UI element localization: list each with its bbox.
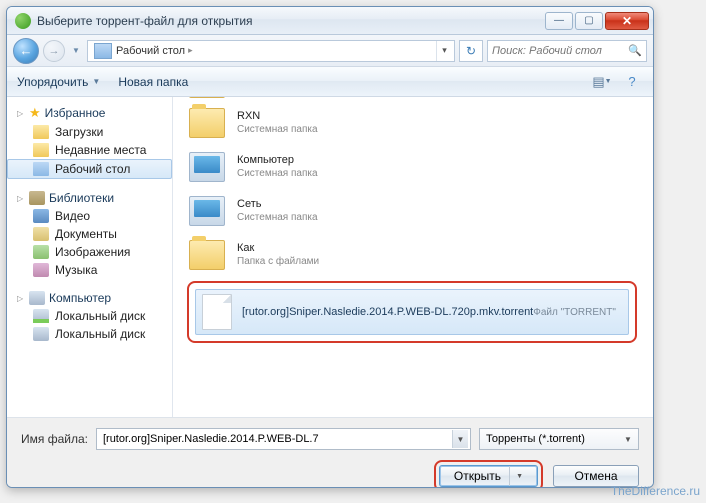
maximize-button[interactable]: ▢ (575, 12, 603, 30)
sidebar-item-desktop[interactable]: Рабочий стол (7, 159, 172, 179)
favorites-header[interactable]: ▷★Избранное (7, 103, 172, 123)
refresh-button[interactable]: ↻ (459, 40, 483, 62)
list-item[interactable]: КомпьютерСистемная папка (183, 145, 643, 189)
sidebar-item-localdisk2[interactable]: Локальный диск (7, 325, 172, 343)
back-button[interactable]: ← (13, 38, 39, 64)
sidebar-item-video[interactable]: Видео (7, 207, 172, 225)
view-icon[interactable]: ▤▼ (591, 73, 613, 91)
watermark: TheDifference.ru (611, 484, 700, 499)
sidebar-item-localdisk1[interactable]: Локальный диск (7, 307, 172, 325)
forward-button[interactable]: → (43, 40, 65, 62)
document-icon (33, 227, 49, 241)
file-icon (202, 294, 232, 330)
desktop-icon (33, 162, 49, 176)
folder-icon (33, 143, 49, 157)
chevron-down-icon[interactable]: ▼ (620, 430, 636, 448)
list-item[interactable]: КакПапка с файлами (183, 233, 643, 277)
chevron-down-icon[interactable]: ▼ (509, 466, 523, 486)
sidebar-item-downloads[interactable]: Загрузки (7, 123, 172, 141)
music-icon (33, 263, 49, 277)
sidebar-item-images[interactable]: Изображения (7, 243, 172, 261)
folder-icon (33, 125, 49, 139)
open-highlight: Открыть ▼ (434, 460, 543, 488)
computer-icon (29, 291, 45, 305)
titlebar: Выберите торрент-файл для открытия — ▢ ✕ (7, 7, 653, 35)
video-icon (33, 209, 49, 223)
filename-input[interactable]: [rutor.org]Sniper.Nasledie.2014.P.WEB-DL… (96, 428, 471, 450)
toolbar: Упорядочить ▼ Новая папка ▤▼ ? (7, 67, 653, 97)
minimize-button[interactable]: — (545, 12, 573, 30)
filename-label: Имя файла: (21, 432, 88, 446)
libraries-header[interactable]: ▷Библиотеки (7, 189, 172, 207)
breadcrumb-text: Рабочий стол (116, 45, 185, 57)
nav-bar: ← → ▼ Рабочий стол ▸ ▾ ↻ 🔍 (7, 35, 653, 67)
bottom-panel: Имя файла: [rutor.org]Sniper.Nasledie.20… (7, 417, 653, 488)
organize-menu[interactable]: Упорядочить ▼ (17, 75, 100, 89)
breadcrumb-dropdown[interactable]: ▾ (436, 41, 452, 61)
sidebar-item-documents[interactable]: Документы (7, 225, 172, 243)
search-box[interactable]: 🔍 (487, 40, 647, 62)
chevron-down-icon[interactable]: ▼ (452, 430, 468, 448)
computer-header[interactable]: ▷Компьютер (7, 289, 172, 307)
selected-highlight: [rutor.org]Sniper.Nasledie.2014.P.WEB-DL… (187, 281, 637, 343)
file-list: Системная папка RXNСистемная папка Компь… (173, 97, 653, 417)
app-icon (15, 13, 31, 29)
network-icon (189, 196, 225, 226)
list-item[interactable]: СетьСистемная папка (183, 189, 643, 233)
window-title: Выберите торрент-файл для открытия (37, 14, 545, 28)
folder-icon (189, 108, 225, 138)
folder-icon (189, 97, 225, 98)
star-icon: ★ (29, 105, 41, 121)
chevron-down-icon: ▼ (92, 77, 100, 86)
library-icon (29, 191, 45, 205)
new-folder-button[interactable]: Новая папка (118, 75, 188, 89)
desktop-icon (94, 43, 112, 59)
list-item[interactable]: RXNСистемная папка (183, 101, 643, 145)
file-open-dialog: Выберите торрент-файл для открытия — ▢ ✕… (6, 6, 654, 488)
sidebar-item-music[interactable]: Музыка (7, 261, 172, 279)
chevron-right-icon: ▸ (185, 45, 196, 56)
computer-icon (189, 152, 225, 182)
history-dropdown[interactable]: ▼ (69, 41, 83, 61)
image-icon (33, 245, 49, 259)
disk-icon (33, 309, 49, 323)
help-icon[interactable]: ? (621, 73, 643, 91)
close-button[interactable]: ✕ (605, 12, 649, 30)
breadcrumb-bar[interactable]: Рабочий стол ▸ ▾ (87, 40, 455, 62)
search-input[interactable] (492, 45, 628, 57)
disk-icon (33, 327, 49, 341)
list-item-selected[interactable]: [rutor.org]Sniper.Nasledie.2014.P.WEB-DL… (195, 289, 629, 335)
folder-icon (189, 240, 225, 270)
filetype-filter[interactable]: Торренты (*.torrent) ▼ (479, 428, 639, 450)
sidebar-item-recent[interactable]: Недавние места (7, 141, 172, 159)
sidebar: ▷★Избранное Загрузки Недавние места Рабо… (7, 97, 173, 417)
open-button[interactable]: Открыть ▼ (439, 465, 538, 487)
search-icon: 🔍 (628, 44, 642, 57)
